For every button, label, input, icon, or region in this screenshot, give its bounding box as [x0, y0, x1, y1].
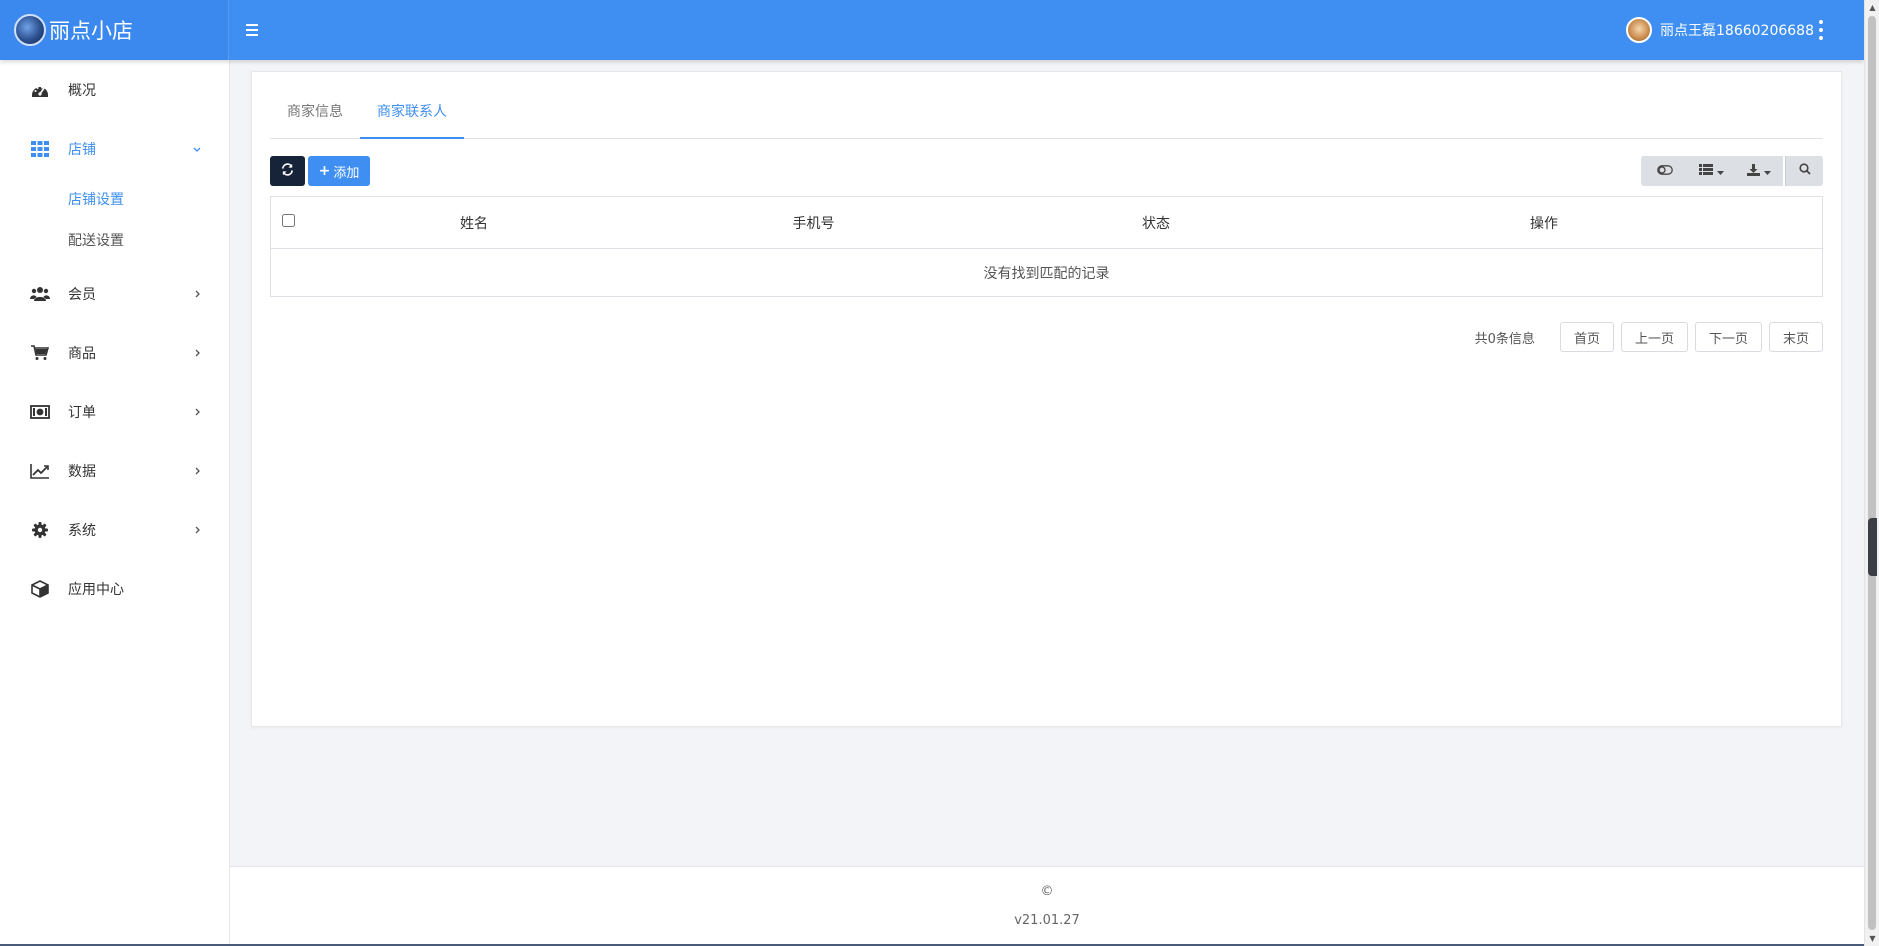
- caret-down-icon: [1717, 164, 1725, 178]
- content-card: 商家信息 商家联系人 + 添加 姓名 手机号 状态 操作 没有找到匹配的记录 共…: [251, 71, 1842, 727]
- money-icon: [30, 403, 50, 421]
- refresh-icon: [281, 162, 294, 180]
- scroll-up-icon[interactable]: ▲: [1865, 0, 1879, 15]
- scrollbar-thumb[interactable]: [1868, 16, 1876, 930]
- tab-merchant-info[interactable]: 商家信息: [270, 86, 360, 139]
- chevron-down-icon: [193, 141, 201, 157]
- pagination: 共0条信息 首页 上一页 下一页 末页: [1475, 322, 1823, 352]
- copyright-text: ©: [1040, 884, 1054, 899]
- sidebar-item-label: 会员: [68, 286, 96, 303]
- more-options-icon[interactable]: [1818, 20, 1824, 40]
- last-page-button[interactable]: 末页: [1768, 322, 1823, 352]
- toggle-icon: [1656, 164, 1673, 178]
- refresh-button[interactable]: [270, 156, 305, 186]
- first-page-button[interactable]: 首页: [1559, 322, 1614, 352]
- grid-icon: [30, 140, 50, 158]
- column-header-actions: 操作: [1530, 215, 1558, 232]
- sidebar-subitem-store-settings[interactable]: 店铺设置: [0, 178, 229, 219]
- chevron-right-icon: [195, 286, 201, 302]
- sidebar-item-store[interactable]: 店铺: [0, 119, 229, 178]
- sidebar-item-label: 店铺: [68, 141, 96, 158]
- column-header-phone[interactable]: 手机号: [581, 213, 1046, 233]
- sidebar-item-label: 应用中心: [68, 581, 124, 598]
- chevron-right-icon: [195, 463, 201, 479]
- select-all-cell: [271, 214, 367, 231]
- sidebar-item-products[interactable]: 商品: [0, 323, 229, 382]
- sidebar-item-label: 商品: [68, 345, 96, 362]
- plus-icon: +: [318, 163, 331, 179]
- user-name: 丽点王磊18660206688: [1660, 23, 1814, 39]
- columns-dropdown-button[interactable]: [1688, 156, 1735, 186]
- tab-merchant-contacts[interactable]: 商家联系人: [360, 86, 464, 139]
- tab-bar: 商家信息 商家联系人: [270, 86, 1823, 139]
- user-menu[interactable]: 丽点王磊18660206688: [1626, 17, 1814, 43]
- export-dropdown-button[interactable]: [1736, 156, 1783, 186]
- vertical-scrollbar[interactable]: ▲ ▼: [1864, 0, 1879, 946]
- main-content: 商家信息 商家联系人 + 添加 姓名 手机号 状态 操作 没有找到匹配的记录 共…: [230, 60, 1864, 866]
- dashboard-icon: [30, 81, 50, 99]
- list-icon: [1699, 164, 1714, 178]
- side-panel-handle[interactable]: [1868, 518, 1877, 576]
- next-page-button[interactable]: 下一页: [1694, 322, 1762, 352]
- column-header-status[interactable]: 状态: [1046, 213, 1266, 233]
- sidebar-item-label: 概况: [68, 82, 96, 99]
- store-submenu: 店铺设置 配送设置: [0, 178, 229, 264]
- line-chart-icon: [30, 462, 50, 480]
- select-all-checkbox[interactable]: [282, 214, 295, 227]
- table-empty-message: 没有找到匹配的记录: [983, 265, 1110, 282]
- sidebar-item-system[interactable]: 系统: [0, 500, 229, 559]
- add-button[interactable]: + 添加: [308, 156, 370, 186]
- chevron-right-icon: [195, 404, 201, 420]
- scroll-down-icon[interactable]: ▼: [1865, 931, 1879, 946]
- table-options-group: [1641, 156, 1783, 186]
- table-toolbar: + 添加: [270, 156, 1823, 186]
- add-button-label: 添加: [333, 165, 360, 181]
- brand-name: 丽点小店: [49, 19, 133, 43]
- avatar: [1626, 17, 1653, 43]
- footer: © v21.01.27: [230, 866, 1864, 946]
- gear-icon: [30, 521, 50, 539]
- pagination-total: 共0条信息: [1474, 331, 1535, 347]
- prev-page-button[interactable]: 上一页: [1620, 322, 1688, 352]
- search-button[interactable]: [1785, 156, 1823, 186]
- chevron-right-icon: [195, 345, 201, 361]
- sidebar: 概况 店铺 店铺设置 配送设置 会员 商品 订单 数据 系统 应用中心: [0, 60, 230, 946]
- brand-logo: [14, 14, 46, 46]
- caret-down-icon: [1764, 164, 1772, 178]
- sidebar-item-app-center[interactable]: 应用中心: [0, 559, 229, 618]
- menu-toggle-icon[interactable]: [246, 19, 266, 41]
- users-icon: [30, 285, 50, 303]
- version-text: v21.01.27: [1014, 913, 1080, 928]
- sidebar-item-orders[interactable]: 订单: [0, 382, 229, 441]
- sidebar-item-overview[interactable]: 概况: [0, 60, 229, 119]
- top-header: 丽点小店 丽点王磊18660206688: [0, 0, 1864, 60]
- contacts-table: 姓名 手机号 状态 操作 没有找到匹配的记录: [270, 196, 1823, 297]
- brand[interactable]: 丽点小店: [0, 0, 229, 60]
- search-icon: [1798, 163, 1811, 179]
- cube-icon: [30, 579, 50, 598]
- sidebar-item-data[interactable]: 数据: [0, 441, 229, 500]
- cart-icon: [30, 344, 50, 362]
- sidebar-subitem-delivery-settings[interactable]: 配送设置: [0, 219, 229, 260]
- toggle-view-button[interactable]: [1641, 156, 1688, 186]
- sidebar-item-members[interactable]: 会员: [0, 264, 229, 323]
- column-header-name[interactable]: 姓名: [367, 213, 581, 233]
- sidebar-item-label: 系统: [68, 522, 96, 539]
- table-header: 姓名 手机号 状态 操作: [271, 197, 1822, 249]
- chevron-right-icon: [195, 522, 201, 538]
- sidebar-item-label: 订单: [68, 404, 96, 421]
- sidebar-item-label: 数据: [68, 463, 96, 480]
- download-icon: [1747, 163, 1761, 179]
